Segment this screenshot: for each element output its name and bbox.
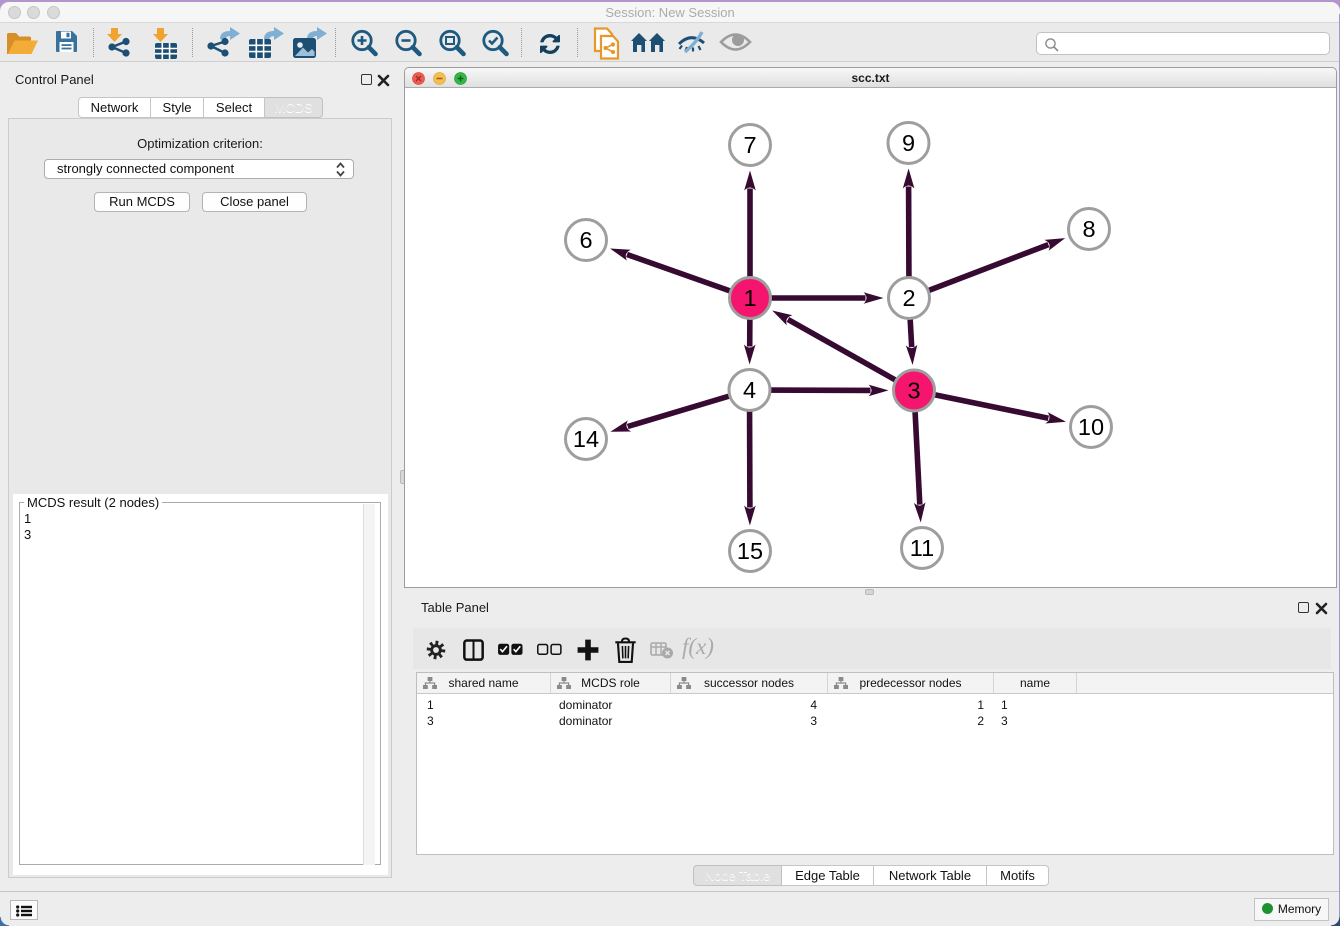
svg-text:1: 1 <box>743 285 756 311</box>
svg-text:6: 6 <box>579 227 592 253</box>
svg-text:11: 11 <box>910 535 934 561</box>
svg-text:9: 9 <box>902 130 915 156</box>
svg-text:4: 4 <box>743 377 756 403</box>
svg-text:10: 10 <box>1078 414 1104 440</box>
svg-text:3: 3 <box>907 378 920 404</box>
svg-text:14: 14 <box>573 426 599 452</box>
svg-text:7: 7 <box>743 132 756 158</box>
svg-text:15: 15 <box>737 538 763 564</box>
svg-text:8: 8 <box>1082 216 1095 242</box>
svg-text:2: 2 <box>902 285 915 311</box>
